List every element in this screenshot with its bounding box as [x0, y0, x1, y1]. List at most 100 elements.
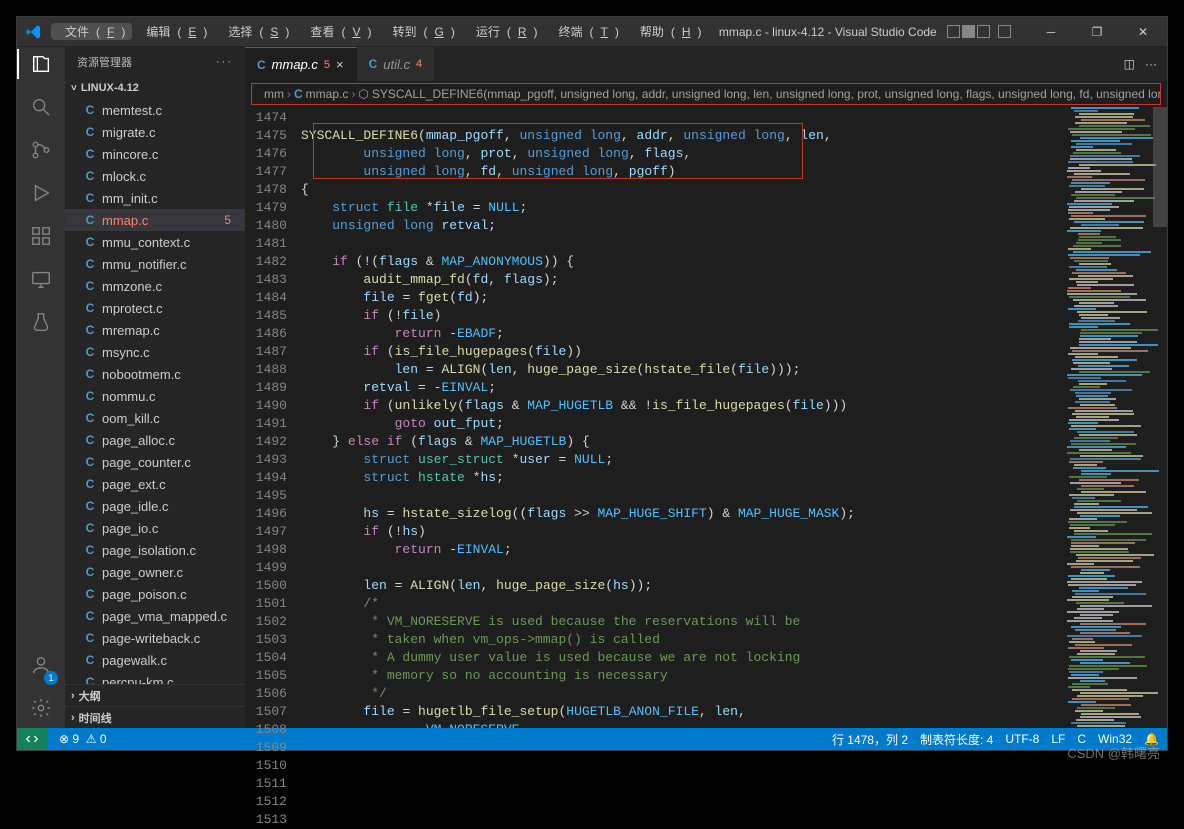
file-item[interactable]: Cmlock.c	[65, 165, 245, 187]
status-indentation[interactable]: 制表符长度: 4	[920, 731, 993, 748]
activity-search-icon[interactable]	[30, 96, 52, 121]
c-file-icon: C	[83, 521, 97, 535]
close-button[interactable]: ✕	[1123, 17, 1163, 47]
menu-help[interactable]: 帮助(H)	[626, 23, 709, 40]
chevron-down-icon: ˅	[71, 83, 77, 94]
file-item[interactable]: Cmmu_context.c	[65, 231, 245, 253]
file-item[interactable]: Cpage_counter.c	[65, 451, 245, 473]
window-title: mmap.c - linux-4.12 - Visual Studio Code	[709, 25, 947, 39]
c-file-icon: C	[83, 565, 97, 579]
editor-tab[interactable]: Cmmap.c5×	[245, 47, 357, 81]
file-item[interactable]: Cmm_init.c	[65, 187, 245, 209]
file-item[interactable]: Cmmzone.c	[65, 275, 245, 297]
activity-account-icon[interactable]: 1	[30, 654, 52, 679]
activity-scm-icon[interactable]	[30, 139, 52, 164]
file-item[interactable]: Cpage_io.c	[65, 517, 245, 539]
editor-area: Cmmap.c5×Cutil.c4 ◫ ··· mm › C mmap.c › …	[245, 47, 1167, 728]
status-cursor-position[interactable]: 行 1478，列 2	[832, 731, 908, 748]
sidebar-timeline[interactable]: ›时间线	[65, 706, 245, 728]
c-file-icon: C	[83, 389, 97, 403]
menu-file[interactable]: 文件(F)	[51, 23, 132, 40]
c-file-icon: C	[83, 609, 97, 623]
menubar: 文件(F) 编辑(E) 选择(S) 查看(V) 转到(G) 运行(R) 终端(T…	[51, 23, 709, 40]
menu-terminal[interactable]: 终端(T)	[545, 23, 626, 40]
file-item[interactable]: Cmsync.c	[65, 341, 245, 363]
c-file-icon: C	[83, 653, 97, 667]
file-item[interactable]: Cpage_alloc.c	[65, 429, 245, 451]
c-file-icon: C	[83, 213, 97, 227]
symbol-function-icon: ⬡	[358, 87, 368, 101]
menu-run[interactable]: 运行(R)	[462, 23, 545, 40]
c-file-icon: C	[83, 367, 97, 381]
c-file-icon: C	[83, 257, 97, 271]
highlight-annotation	[313, 123, 803, 179]
file-item[interactable]: Cmprotect.c	[65, 297, 245, 319]
c-file-icon: C	[83, 477, 97, 491]
c-file-icon: C	[83, 169, 97, 183]
activity-extensions-icon[interactable]	[30, 225, 52, 250]
c-file-icon: C	[83, 499, 97, 513]
menu-view[interactable]: 查看(V)	[296, 23, 378, 40]
file-item[interactable]: Cmmu_notifier.c	[65, 253, 245, 275]
status-remote[interactable]	[17, 728, 47, 750]
c-file-icon: C	[83, 543, 97, 557]
minimize-button[interactable]: ─	[1031, 17, 1071, 47]
file-item[interactable]: Cpage_owner.c	[65, 561, 245, 583]
file-item[interactable]: Cpercpu-km.c	[65, 671, 245, 684]
status-problems[interactable]: ⊗ 9 ⚠ 0	[59, 732, 107, 746]
file-item[interactable]: Cmmap.c5	[65, 209, 245, 231]
c-file-icon: C	[83, 301, 97, 315]
activity-explorer-icon[interactable]	[30, 53, 52, 78]
file-item[interactable]: Cmigrate.c	[65, 121, 245, 143]
breadcrumbs[interactable]: mm › C mmap.c › ⬡ SYSCALL_DEFINE6(mmap_p…	[251, 83, 1161, 105]
c-file-icon: C	[83, 433, 97, 447]
c-file-icon: C	[83, 323, 97, 337]
file-item[interactable]: Cpage-writeback.c	[65, 627, 245, 649]
status-bar: ⊗ 9 ⚠ 0 行 1478，列 2 制表符长度: 4 UTF-8 LF C W…	[17, 728, 1167, 750]
split-editor-icon[interactable]: ◫	[1124, 57, 1135, 71]
file-item[interactable]: Cpage_ext.c	[65, 473, 245, 495]
more-actions-icon[interactable]: ···	[1145, 57, 1157, 71]
editor-tab[interactable]: Cutil.c4	[357, 47, 436, 81]
sidebar-more-icon[interactable]: ···	[216, 56, 233, 68]
file-item[interactable]: Cpage_poison.c	[65, 583, 245, 605]
c-file-icon: C	[83, 125, 97, 139]
activity-remote-icon[interactable]	[30, 268, 52, 293]
maximize-button[interactable]: ❐	[1077, 17, 1117, 47]
c-file-icon: C	[83, 345, 97, 359]
file-item[interactable]: Coom_kill.c	[65, 407, 245, 429]
file-item[interactable]: Cmemtest.c	[65, 99, 245, 121]
file-item[interactable]: Cpage_isolation.c	[65, 539, 245, 561]
menu-go[interactable]: 转到(G)	[378, 23, 461, 40]
sidebar-explorer: 资源管理器 ··· ˅ LINUX-4.12 Cmemtest.cCmigrat…	[65, 47, 245, 728]
layout-controls[interactable]	[947, 25, 1011, 38]
minimap-slider[interactable]	[1153, 107, 1167, 227]
menu-selection[interactable]: 选择(S)	[214, 23, 296, 40]
file-item[interactable]: Cnommu.c	[65, 385, 245, 407]
titlebar: 文件(F) 编辑(E) 选择(S) 查看(V) 转到(G) 运行(R) 终端(T…	[17, 17, 1167, 47]
line-number-gutter[interactable]: 1474 1475 1476 1477 1478 1479 1480 1481 …	[245, 107, 301, 728]
sidebar-folder-header[interactable]: ˅ LINUX-4.12	[65, 77, 245, 99]
file-item[interactable]: Cnobootmem.c	[65, 363, 245, 385]
tab-close-icon[interactable]: ×	[336, 57, 344, 72]
file-item[interactable]: Cmincore.c	[65, 143, 245, 165]
c-file-icon: C	[83, 587, 97, 601]
status-encoding[interactable]: UTF-8	[1005, 732, 1039, 746]
file-item[interactable]: Cpage_idle.c	[65, 495, 245, 517]
c-file-icon: C	[83, 455, 97, 469]
minimap[interactable]	[1067, 107, 1167, 728]
c-file-icon: C	[83, 235, 97, 249]
activity-settings-icon[interactable]	[30, 697, 52, 722]
file-item[interactable]: Cpagewalk.c	[65, 649, 245, 671]
activity-testing-icon[interactable]	[30, 311, 52, 336]
activity-debug-icon[interactable]	[30, 182, 52, 207]
file-item[interactable]: Cmremap.c	[65, 319, 245, 341]
problems-count: 5	[224, 213, 231, 227]
status-eol[interactable]: LF	[1051, 732, 1065, 746]
sidebar-outline[interactable]: ›大纲	[65, 684, 245, 706]
menu-edit[interactable]: 编辑(E)	[132, 23, 214, 40]
file-item[interactable]: Cpage_vma_mapped.c	[65, 605, 245, 627]
code-content[interactable]: SYSCALL_DEFINE6(mmap_pgoff, unsigned lon…	[301, 107, 1067, 728]
file-tree[interactable]: Cmemtest.cCmigrate.cCmincore.cCmlock.cCm…	[65, 99, 245, 684]
editor-tabs: Cmmap.c5×Cutil.c4 ◫ ···	[245, 47, 1167, 81]
